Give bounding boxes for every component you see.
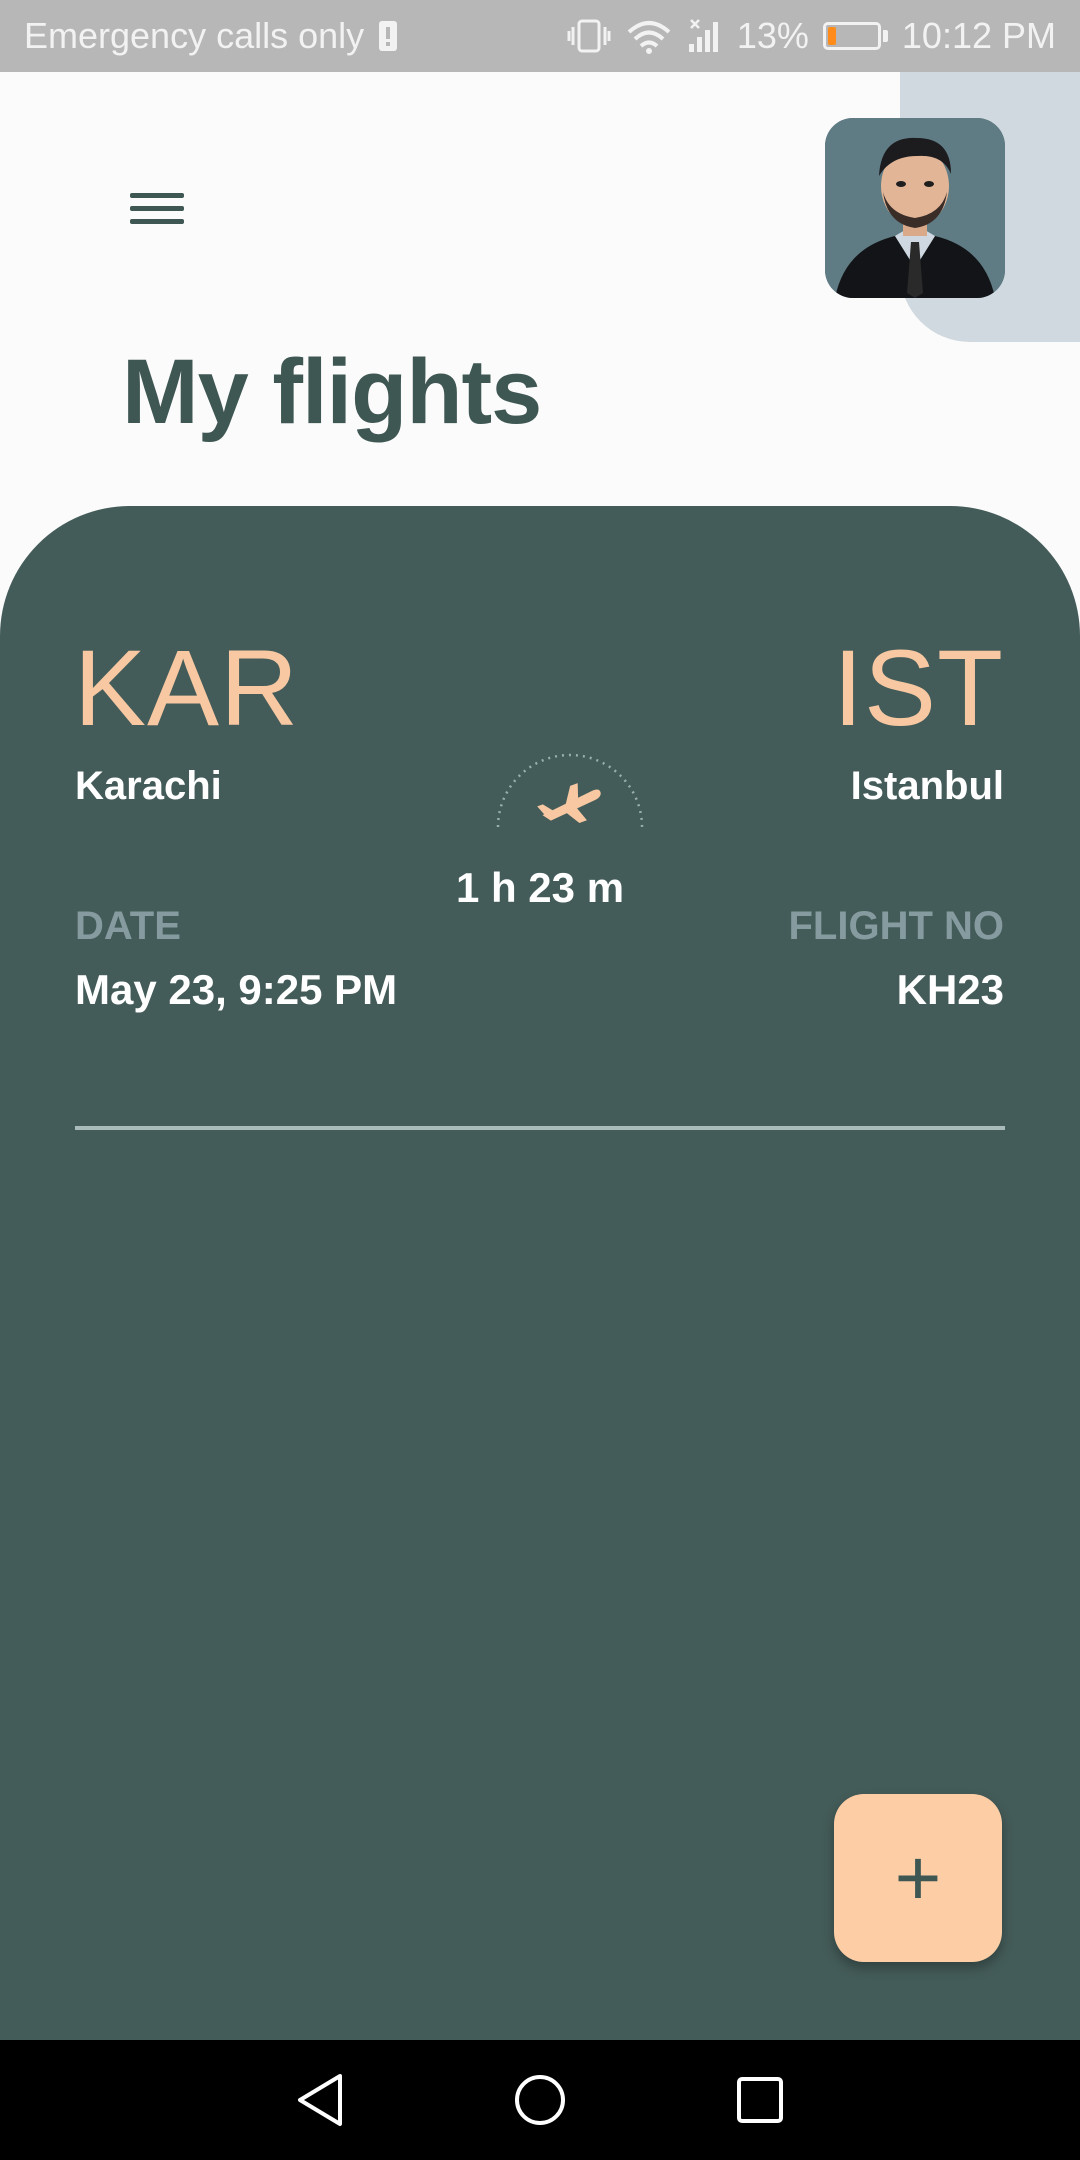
destination-city: Istanbul	[850, 764, 1004, 808]
flight-no-value: KH23	[896, 966, 1004, 1013]
home-icon	[515, 2075, 565, 2125]
origin-city: Karachi	[75, 764, 222, 808]
add-flight-button[interactable]: +	[834, 1794, 1002, 1962]
recents-button[interactable]	[725, 2065, 795, 2135]
date-value: May 23, 9:25 PM	[75, 966, 398, 1013]
clock: 10:12 PM	[901, 15, 1056, 56]
battery-percent: 13%	[736, 15, 809, 56]
vibrate-icon	[567, 19, 611, 53]
origin-code: KAR	[74, 627, 300, 748]
card-divider	[75, 1126, 1005, 1130]
sim-alert-icon	[378, 20, 398, 52]
menu-icon	[130, 192, 184, 198]
navigation-bar	[0, 2040, 1080, 2160]
route-arc	[490, 745, 650, 835]
avatar[interactable]	[825, 118, 1005, 298]
home-button[interactable]	[505, 2065, 575, 2135]
battery-icon	[822, 22, 888, 50]
back-icon	[298, 2074, 342, 2126]
back-button[interactable]	[285, 2065, 355, 2135]
destination-code: IST	[832, 627, 1004, 748]
status-bar: Emergency calls only 13% 10:12 PM	[0, 0, 1080, 72]
flight-no-label: FLIGHT NO	[788, 904, 1004, 948]
profile-photo	[825, 118, 1005, 298]
carrier-text: Emergency calls only	[24, 15, 365, 56]
page-title: My flights	[122, 341, 542, 443]
recents-icon	[737, 2077, 783, 2123]
wifi-icon	[625, 18, 673, 54]
plus-icon: +	[894, 1833, 942, 1922]
airplane-icon	[537, 783, 601, 823]
date-label: DATE	[75, 904, 181, 948]
menu-button[interactable]	[118, 178, 194, 238]
signal-icon	[687, 18, 723, 54]
